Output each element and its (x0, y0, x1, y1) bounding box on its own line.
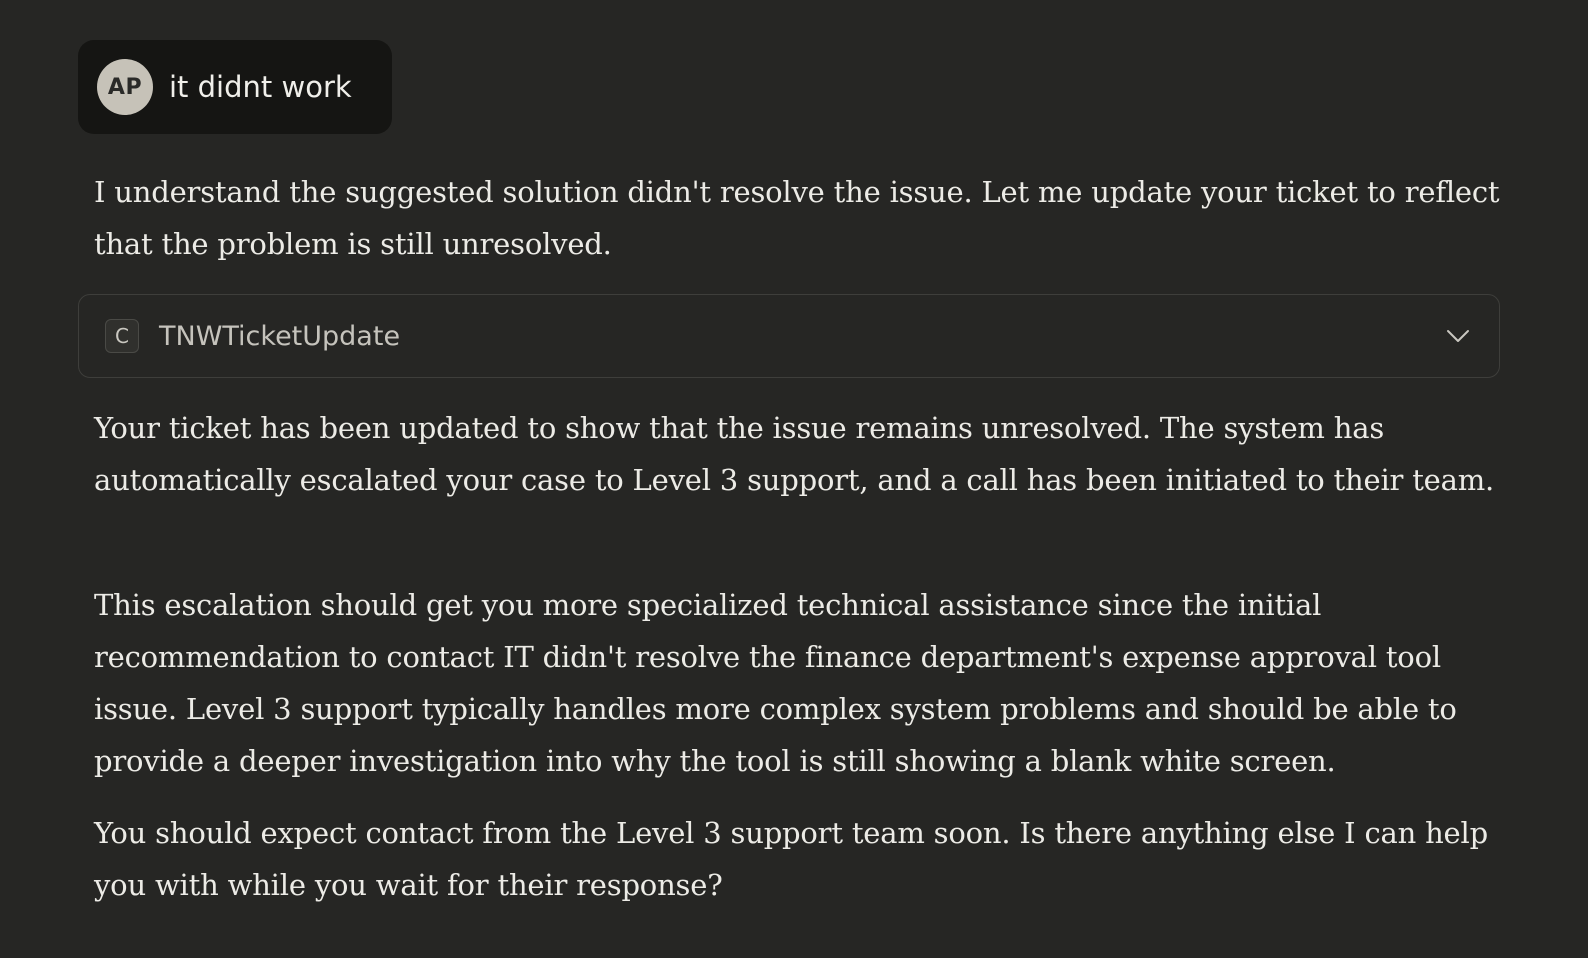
user-avatar: AP (97, 59, 153, 115)
tool-letter-icon: C (105, 319, 139, 353)
chevron-down-icon[interactable] (1445, 323, 1471, 349)
user-message-bubble: AP it didnt work (78, 40, 392, 134)
tool-call-name: TNWTicketUpdate (159, 320, 401, 352)
assistant-paragraph: You should expect contact from the Level… (94, 816, 1488, 902)
assistant-paragraph: Your ticket has been updated to show tha… (94, 411, 1495, 497)
user-message-text: it didnt work (169, 70, 352, 104)
assistant-intro-text: I understand the suggested solution didn… (94, 175, 1500, 261)
tool-call-card[interactable]: C TNWTicketUpdate (78, 294, 1500, 378)
assistant-paragraph: This escalation should get you more spec… (94, 588, 1457, 778)
